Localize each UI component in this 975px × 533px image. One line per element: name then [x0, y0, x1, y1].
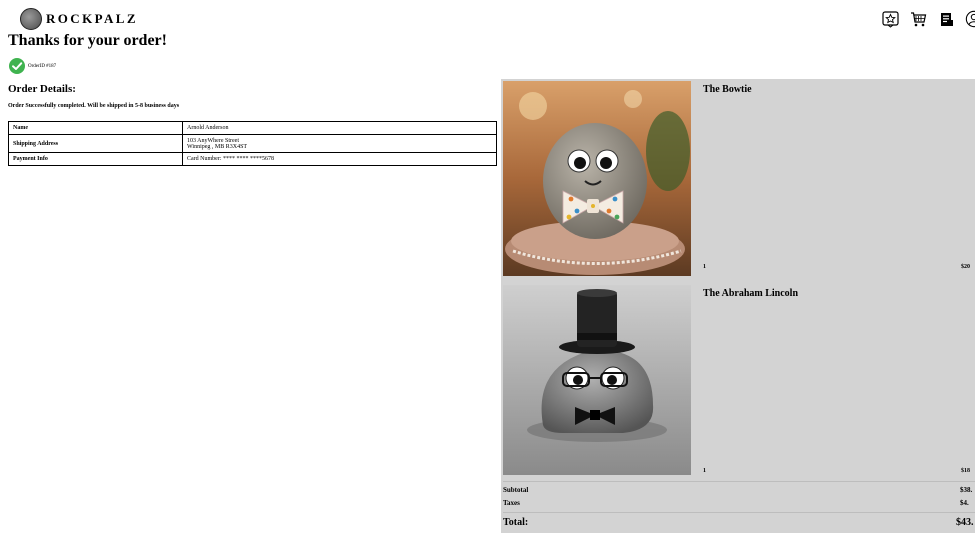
orders-icon[interactable] — [937, 10, 955, 28]
order-details-heading: Order Details: — [8, 83, 76, 95]
page-title: Thanks for your order! — [8, 32, 167, 49]
table-row: Payment Info Card Number: **** **** ****… — [8, 152, 497, 166]
order-info-table: Name Arnold Anderson Shipping Address 10… — [8, 121, 497, 166]
order-id: OrderID #187 — [28, 63, 57, 69]
favorites-icon[interactable] — [881, 10, 899, 28]
address-line-2: Winnipeg , MB R3X4ST — [187, 143, 248, 150]
product-price: $20 — [961, 264, 970, 270]
total-row: Total: $43. — [503, 517, 975, 528]
product-quantity: 1 — [703, 264, 706, 270]
order-status-note: Order Successfully completed. Will be sh… — [8, 103, 180, 109]
total-value: $43. — [956, 517, 974, 528]
divider — [503, 481, 975, 482]
product-name: The Abraham Lincoln — [703, 288, 799, 299]
taxes-label: Taxes — [503, 499, 520, 507]
header-nav — [881, 10, 975, 28]
product-price: $18 — [961, 468, 970, 474]
customer-name: Arnold Anderson — [182, 121, 497, 135]
subtotal-label: Subtotal — [503, 486, 529, 494]
table-row: Name Arnold Anderson — [8, 121, 497, 135]
total-label: Total: — [503, 517, 529, 528]
success-check-icon — [9, 58, 25, 74]
row-label: Shipping Address — [8, 134, 183, 153]
account-icon[interactable] — [965, 10, 975, 28]
brand-name: ROCKPALZ — [46, 11, 138, 26]
order-id-row: OrderID #187 — [9, 58, 56, 74]
taxes-row: Taxes $4. — [503, 499, 975, 507]
product-name: The Bowtie — [703, 84, 752, 95]
rock-logo-icon — [20, 8, 42, 30]
table-row: Shipping Address 103 AnyWhere Street Win… — [8, 134, 497, 153]
row-label: Payment Info — [8, 152, 183, 166]
cart-item: The Abraham Lincoln 1 $18 — [503, 283, 975, 480]
subtotal-row: Subtotal $38. — [503, 486, 975, 494]
product-image-bowtie-rock — [503, 81, 691, 276]
shipping-address: 103 AnyWhere Street Winnipeg , MB R3X4ST — [182, 134, 497, 153]
top-bar: ROCKPALZ — [0, 0, 975, 34]
divider — [503, 512, 975, 513]
cart-item: The Bowtie 1 $20 — [503, 79, 975, 276]
product-image-lincoln-rock — [503, 285, 691, 480]
row-label: Name — [8, 121, 183, 135]
product-quantity: 1 — [703, 468, 706, 474]
logo-link[interactable]: ROCKPALZ — [20, 8, 138, 30]
taxes-value: $4. — [960, 499, 969, 507]
cart-summary-panel: The Bowtie 1 $20 The Abraham Lincoln 1 $… — [501, 79, 975, 533]
payment-info: Card Number: **** **** ****5678 — [182, 152, 497, 166]
cart-icon[interactable] — [909, 10, 927, 28]
subtotal-value: $38. — [960, 486, 973, 494]
